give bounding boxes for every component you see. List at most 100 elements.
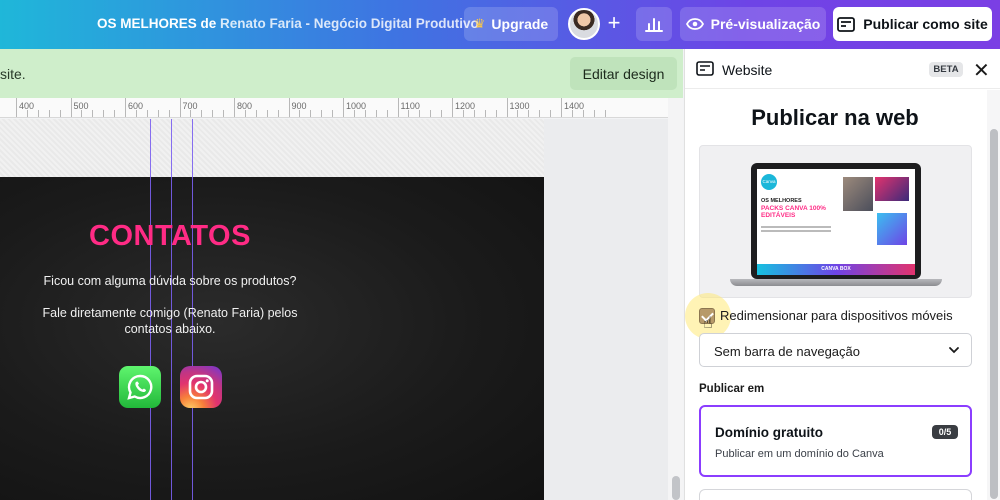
panel-scroll-thumb[interactable] <box>990 129 998 499</box>
instagram-icon[interactable] <box>180 366 222 408</box>
ruler-tick <box>462 110 464 117</box>
document-title-main: OS MELHORES de <box>97 16 217 31</box>
ruler-tick <box>484 110 486 117</box>
avatar[interactable] <box>568 8 600 40</box>
resize-mobile-label[interactable]: Redimensionar para dispositivos móveis <box>720 308 953 323</box>
ruler-tick <box>135 110 137 117</box>
ruler-tick <box>234 98 235 117</box>
page-top-section[interactable] <box>0 119 544 177</box>
mock-text-lines <box>761 226 831 228</box>
website-preview-image: Canva OS MELHORES PACKS CANVA 100% EDITÁ… <box>699 145 972 298</box>
notice-text: site. <box>0 66 26 82</box>
ruler-tick-label: 1100 <box>400 101 420 111</box>
chevron-down-icon <box>949 347 959 354</box>
document-title[interactable]: OS MELHORES de Renato Faria - Negócio Di… <box>97 16 479 31</box>
free-domain-description: Publicar em um domínio do Canva <box>715 448 884 460</box>
ruler-tick <box>92 110 94 117</box>
ruler-tick <box>386 110 388 117</box>
ruler-tick <box>288 98 290 117</box>
ruler-tick <box>201 110 203 117</box>
ruler-tick <box>244 110 246 117</box>
publish-website-button[interactable]: Publicar como site <box>833 7 992 41</box>
ruler-tick <box>125 98 126 117</box>
ruler-tick <box>255 110 257 117</box>
website-icon <box>837 16 856 32</box>
hand-cursor-icon: ☝ <box>703 315 713 332</box>
upgrade-button[interactable]: ♛ Upgrade <box>464 7 558 41</box>
ruler-tick <box>16 98 17 117</box>
share-plus-button[interactable]: + <box>602 11 626 37</box>
laptop-screen-content: Canva OS MELHORES PACKS CANVA 100% EDITÁ… <box>757 169 915 275</box>
ruler-tick <box>168 110 170 117</box>
ruler-tick <box>430 110 432 117</box>
ruler-tick <box>70 98 72 117</box>
ruler-tick <box>495 110 497 117</box>
ruler-tick <box>550 110 552 117</box>
ruler-tick <box>364 110 366 117</box>
contact-text-line[interactable]: contatos abaixo. <box>0 321 340 337</box>
ruler-tick <box>114 110 116 117</box>
ruler-tick <box>571 110 573 117</box>
mock-image <box>875 177 909 201</box>
mock-subheading: PACKS CANVA 100% EDITÁVEIS <box>761 205 826 219</box>
ruler-tick <box>506 98 508 117</box>
mock-heading: OS MELHORES <box>761 198 802 204</box>
website-panel: Website BETA ✕ Publicar na web Canva OS … <box>684 49 1000 500</box>
ruler-tick <box>419 110 421 117</box>
document-title-author: Renato Faria - Negócio Digital Produtivo <box>220 16 479 31</box>
canvas-scroll-thumb[interactable] <box>672 476 680 500</box>
ruler-tick <box>539 110 541 117</box>
edit-design-button[interactable]: Editar design <box>570 57 677 90</box>
mock-image <box>877 213 907 245</box>
insights-button[interactable] <box>636 7 672 41</box>
ruler-tick <box>299 110 301 117</box>
top-toolbar: OS MELHORES de Renato Faria - Negócio Di… <box>0 0 1000 49</box>
panel-header: Website BETA ✕ <box>685 49 1000 89</box>
website-icon <box>696 61 714 76</box>
ruler-tick-label: 1300 <box>509 101 530 111</box>
ruler-tick <box>593 110 595 117</box>
ruler-tick <box>146 110 148 117</box>
ruler-tick-label: 1000 <box>346 101 367 111</box>
upgrade-label: Upgrade <box>491 16 549 32</box>
contact-text-line[interactable]: Fale diretamente comigo (Renato Faria) p… <box>0 305 340 321</box>
ruler-tick <box>582 110 584 117</box>
ruler-tick <box>37 110 39 117</box>
ruler-tick-label: 1400 <box>564 101 585 111</box>
mock-image <box>843 177 873 211</box>
preview-label: Pré-visualização <box>710 16 821 32</box>
publish-in-label: Publicar em <box>699 383 765 395</box>
domain-option[interactable] <box>699 489 972 500</box>
domain-count-badge: 0/5 <box>932 425 958 439</box>
navigation-bar-select[interactable]: Sem barra de navegação <box>699 333 972 367</box>
ruler-tick-label: 1200 <box>455 101 476 111</box>
contatos-heading[interactable]: CONTATOS <box>0 220 340 253</box>
close-icon[interactable]: ✕ <box>973 58 990 83</box>
canva-logo: Canva <box>761 174 777 190</box>
whatsapp-icon[interactable] <box>119 366 161 408</box>
ruler-tick <box>190 110 192 117</box>
bar-chart-icon <box>645 18 663 32</box>
ruler-tick <box>310 110 312 117</box>
ruler-tick <box>179 98 181 117</box>
navigation-bar-value: Sem barra de navegação <box>714 344 860 359</box>
ruler-tick <box>353 110 355 117</box>
ruler-tick <box>473 110 475 117</box>
free-domain-option[interactable]: Domínio gratuito 0/5 Publicar em um domí… <box>699 405 972 477</box>
contact-question-text[interactable]: Ficou com alguma dúvida sobre os produto… <box>0 273 340 289</box>
publish-heading: Publicar na web <box>751 105 919 130</box>
ruler-tick <box>528 110 530 117</box>
canvas-scrollbar[interactable] <box>668 98 683 500</box>
beta-badge: BETA <box>929 62 963 77</box>
ruler-tick <box>604 110 606 117</box>
ruler-tick <box>277 110 279 117</box>
ruler-tick <box>321 110 323 117</box>
ruler-tick <box>332 110 334 117</box>
crown-icon: ♛ <box>473 16 486 31</box>
ruler-tick <box>441 110 443 117</box>
preview-button[interactable]: Pré-visualização <box>680 7 826 41</box>
notice-bar: site. Editar design <box>0 49 683 98</box>
free-domain-title: Domínio gratuito <box>715 425 823 440</box>
ruler-tick <box>81 110 83 117</box>
ruler-tick <box>452 98 453 117</box>
